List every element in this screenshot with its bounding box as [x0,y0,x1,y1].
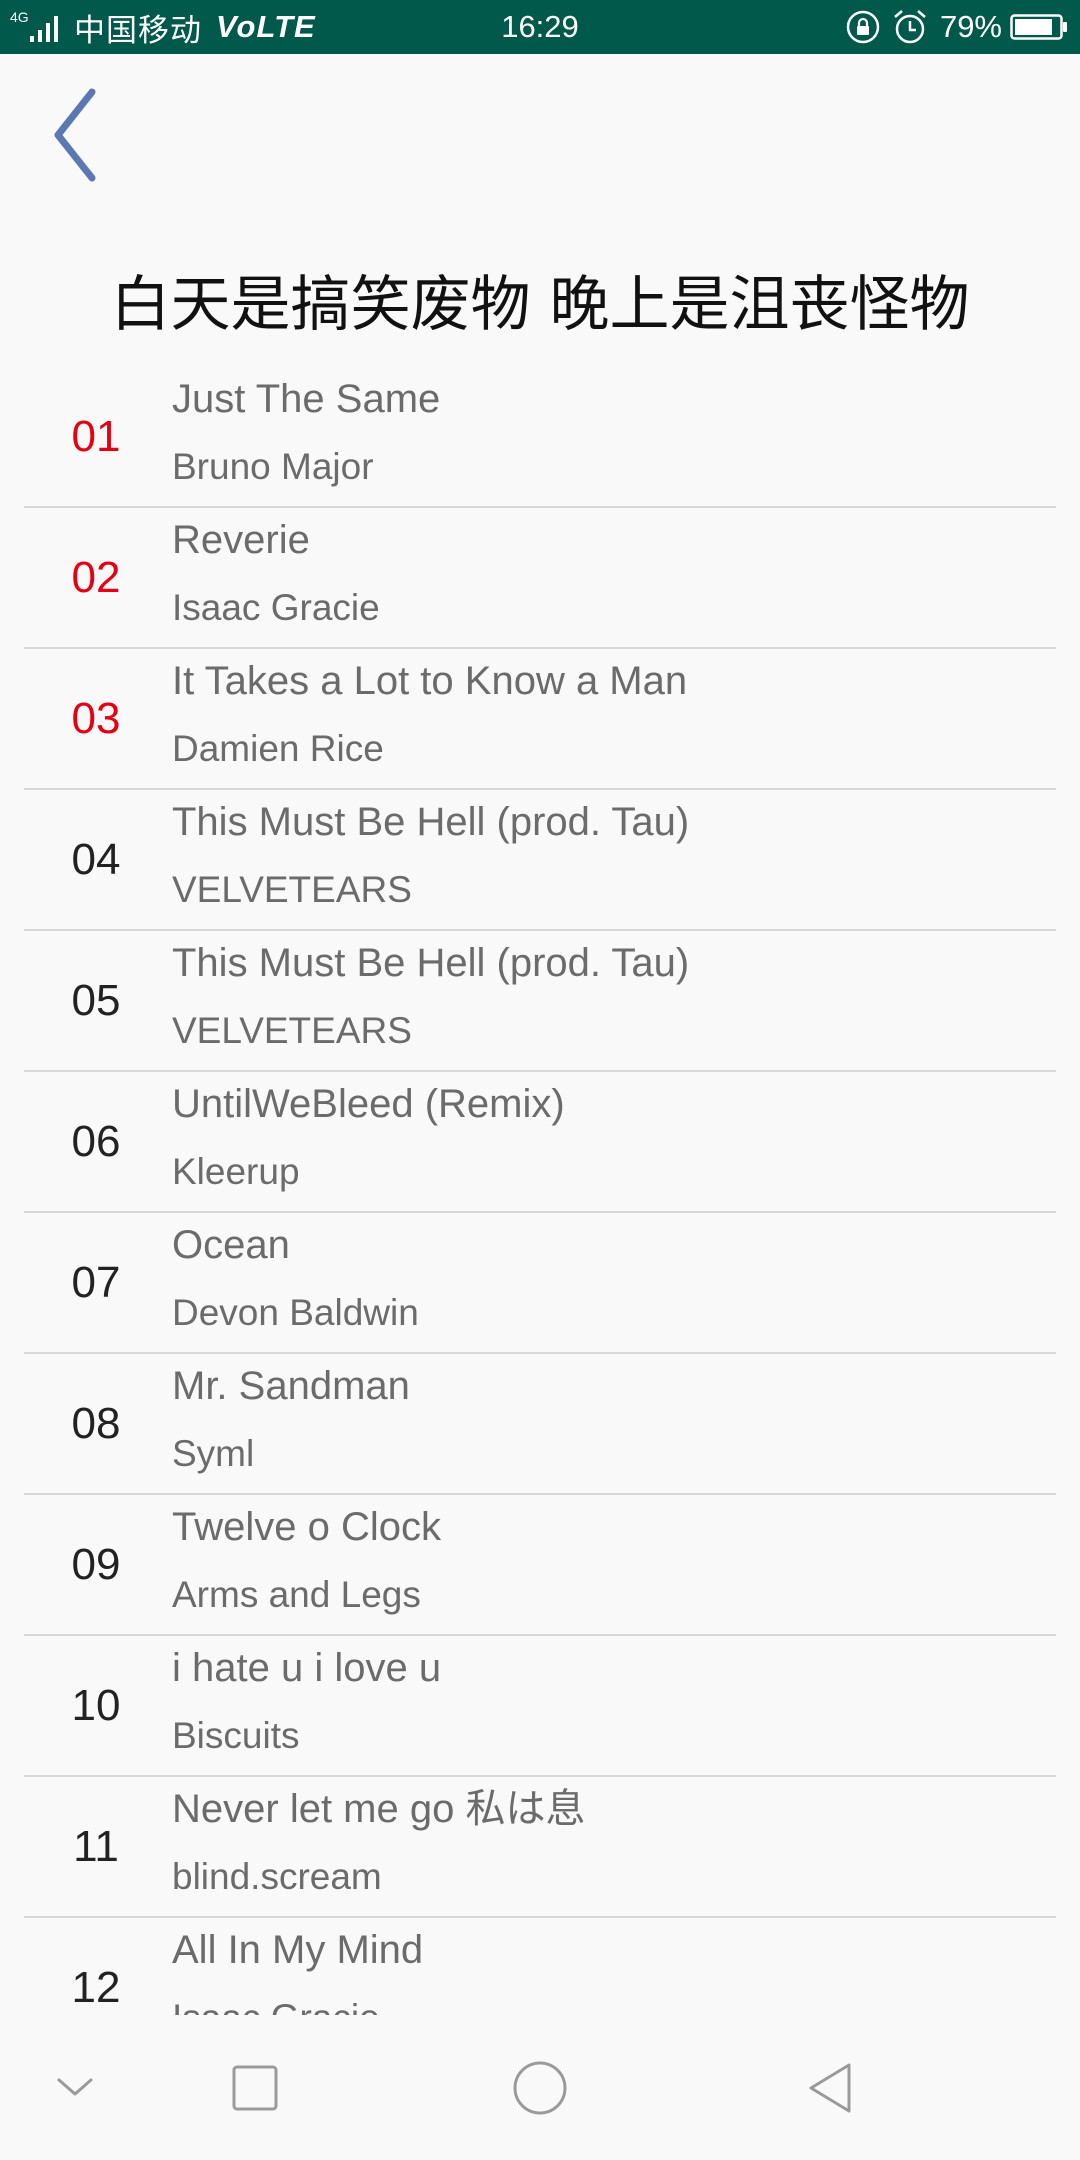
song-title: i hate u i love u [172,1646,442,1690]
song-title: Never let me go 私は息 [172,1787,586,1831]
song-title: Reverie [172,518,310,562]
song-artist: Syml [172,1433,255,1474]
song-index: 09 [71,1540,121,1589]
song-index: 03 [71,694,121,743]
navigation-bar [0,2015,1080,2160]
back-icon [809,2063,851,2112]
song-row[interactable]: 10 i hate u i love u Biscuits [0,1636,1080,1777]
song-title: All In My Mind [172,1928,424,1972]
song-artist: Bruno Major [172,446,374,487]
song-title: This Must Be Hell (prod. Tau) [172,800,690,844]
song-title: Twelve o Clock [172,1505,441,1549]
song-row[interactable]: 12 All In My Mind Isaac Gracie [0,1918,1080,2015]
song-artist: Biscuits [172,1715,300,1756]
playlist-title: 白天是搞笑废物 晚上是沮丧怪物 [110,270,970,340]
song-artist: VELVETEARS [172,1010,412,1051]
song-row[interactable]: 02 Reverie Isaac Gracie [0,508,1080,649]
song-artist: Devon Baldwin [172,1292,419,1333]
song-title: This Must Be Hell (prod. Tau) [172,941,690,985]
song-title: It Takes a Lot to Know a Man [172,659,688,703]
volte-indicator: VoLTE [216,9,316,44]
song-row[interactable]: 08 Mr. Sandman Syml [0,1354,1080,1495]
song-row[interactable]: 09 Twelve o Clock Arms and Legs [0,1495,1080,1636]
song-index: 04 [71,835,121,884]
song-title: Ocean [172,1223,290,1267]
song-index: 12 [71,1963,121,2012]
carrier-name: 中国移动 [74,12,202,48]
nav-back-button[interactable] [775,2015,885,2160]
song-artist: Isaac Gracie [172,1990,1052,2015]
back-button[interactable] [30,80,120,190]
song-artist: blind.scream [172,1856,382,1897]
song-index: 08 [71,1399,121,1448]
song-index: 06 [71,1117,121,1166]
song-index: 05 [71,976,121,1025]
home-icon [513,2061,567,2114]
song-list[interactable]: 01 Just The Same Bruno Major 02 Reverie Isaac… [0,367,1080,2015]
chevron-left-icon [54,88,96,182]
song-artist: Damien Rice [172,728,384,769]
battery-percent: 79% [939,9,1002,44]
song-title: Just The Same [172,377,441,421]
hide-nav-button[interactable] [20,2015,130,2160]
song-title: UntilWeBleed (Remix) [172,1082,565,1126]
song-artist: Isaac Gracie [172,587,380,628]
song-row[interactable]: 03 It Takes a Lot to Know a Man Damien Ric… [0,649,1080,790]
song-index: 07 [71,1258,121,1307]
song-row[interactable]: 05 This Must Be Hell (prod. Tau) VELVETEAR… [0,931,1080,1072]
song-index: 01 [71,412,121,461]
status-right: 79% [844,0,1068,54]
song-row[interactable]: 04 This Must Be Hell (prod. Tau) VELVETEAR… [0,790,1080,931]
status-bar: 4G 中国移动 VoLTE 16:29 79% [0,0,1080,54]
song-row[interactable]: 07 Ocean Devon Baldwin [0,1213,1080,1354]
status-left: 4G 中国移动 VoLTE [8,0,316,54]
song-row[interactable]: 01 Just The Same Bruno Major [0,367,1080,508]
alarm-icon [894,10,926,44]
song-index: 10 [71,1681,121,1730]
signal-icon: 4G [10,9,58,42]
recents-icon [232,2065,278,2110]
battery-icon [1010,14,1067,40]
song-artist: Arms and Legs [172,1574,421,1615]
lock-rotation-icon [846,10,880,44]
song-row[interactable]: 06 UntilWeBleed (Remix) Kleerup [0,1072,1080,1213]
network-type-label: 4G [10,9,29,25]
song-artist: Kleerup [172,1151,300,1192]
hide-nav-icon [57,2078,93,2095]
recents-button[interactable] [200,2015,310,2160]
song-index: 11 [73,1822,119,1871]
song-index: 02 [71,553,121,602]
song-title: Mr. Sandman [172,1364,410,1408]
home-button[interactable] [485,2015,595,2160]
song-row[interactable]: 11 Never let me go 私は息 blind.scream [0,1777,1080,1918]
song-artist: VELVETEARS [172,869,412,910]
